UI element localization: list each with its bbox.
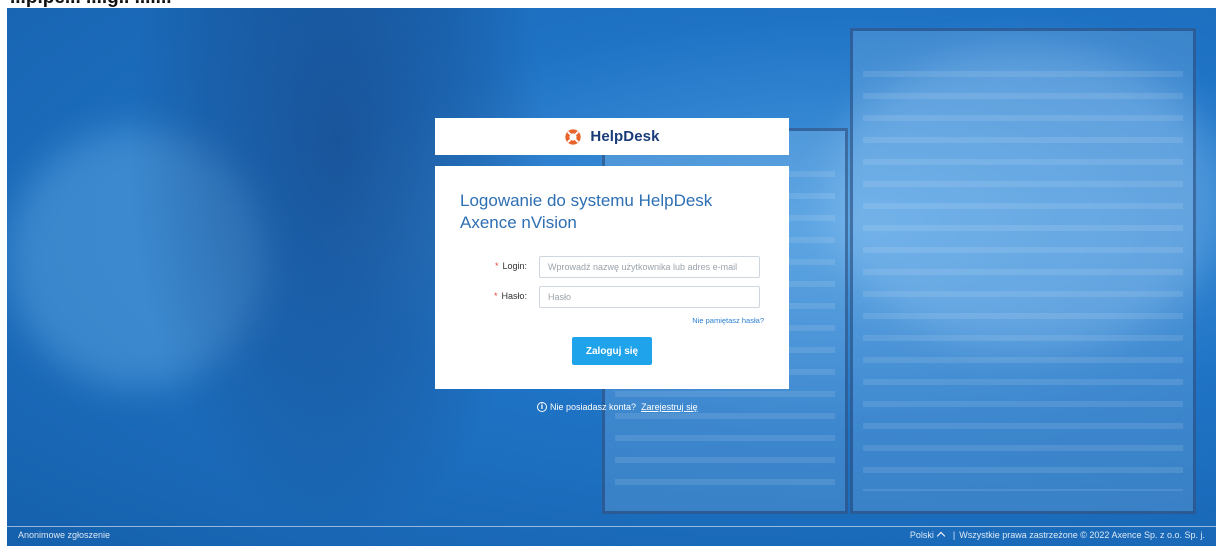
footer-right: Polski | Wszystkie prawa zastrzeżone © 2… (909, 530, 1205, 541)
lifebuoy-icon (565, 128, 582, 145)
footer-separator: | (952, 530, 956, 540)
background-monitor (850, 28, 1196, 514)
required-mark: * (493, 291, 498, 301)
chevron-up-icon (936, 531, 946, 541)
footer-divider (7, 526, 1216, 527)
info-icon: i (537, 402, 547, 412)
register-text: Nie posiadasz konta? (550, 402, 637, 412)
password-row: * Hasło: (435, 286, 789, 310)
page-heading-cutoff: ...p.pe... ....g.. ...i... (0, 0, 1223, 8)
register-link[interactable]: Zarejestruj się (641, 402, 698, 412)
language-selector[interactable]: Polski (909, 530, 949, 541)
password-input[interactable] (539, 286, 760, 308)
login-card: Logowanie do systemu HelpDesk Axence nVi… (435, 166, 789, 389)
copyright-text: Wszystkie prawa zastrzeżone © 2022 Axenc… (959, 530, 1205, 540)
password-label: * Hasło: (493, 291, 527, 301)
brand-header: HelpDesk (435, 118, 789, 155)
language-label: Polski (909, 530, 934, 540)
login-button[interactable]: Zaloguj się (572, 337, 652, 365)
required-mark: * (494, 261, 499, 271)
login-label: * Login: (494, 261, 527, 271)
brand-name: HelpDesk (590, 128, 660, 145)
page-heading-text: ...p.pe... ....g.. ...i... (10, 0, 172, 8)
anonymous-report-link[interactable]: Anonimowe zgłoszenie (18, 530, 110, 540)
register-prompt: i Nie posiadasz konta? Zarejestruj się (537, 402, 698, 412)
login-row: * Login: (435, 256, 789, 280)
login-title-line1: Logowanie do systemu HelpDesk (460, 191, 713, 210)
forgot-password-link[interactable]: Nie pamiętasz hasła? (692, 316, 764, 325)
login-input[interactable] (539, 256, 760, 278)
login-title-line2: Axence nVision (460, 213, 577, 232)
login-title: Logowanie do systemu HelpDesk Axence nVi… (460, 190, 770, 234)
